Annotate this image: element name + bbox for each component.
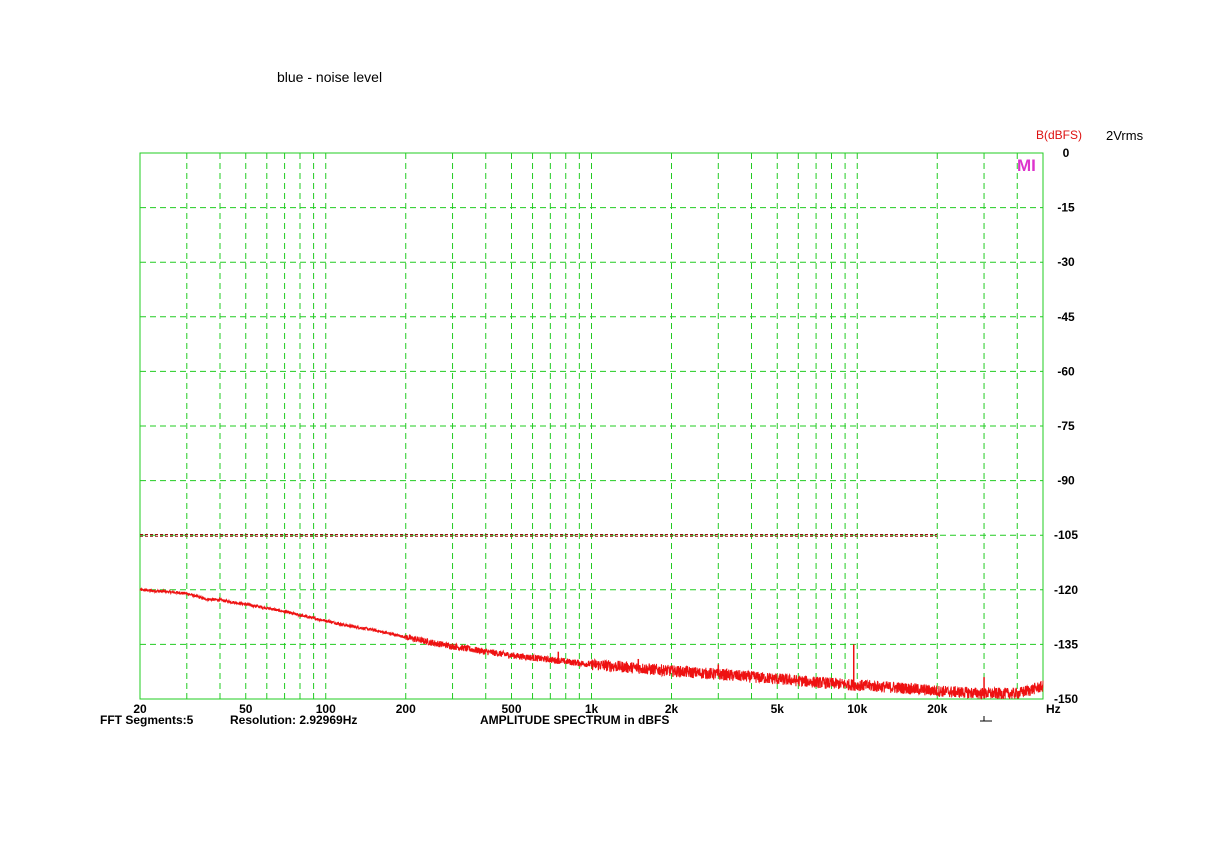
x-tick-label: 200 (396, 702, 416, 716)
x-axis-unit: Hz (1046, 702, 1061, 716)
y-tick-label: -75 (1057, 419, 1075, 433)
y-tick-label: -90 (1057, 474, 1075, 488)
level-note: 2Vrms (1106, 128, 1144, 143)
footer-resolution: Resolution: 2.92969Hz (230, 713, 357, 727)
y-tick-label: 0 (1063, 146, 1070, 160)
footer-segments: FFT Segments:5 (100, 713, 194, 727)
y-tick-label: -120 (1054, 583, 1078, 597)
ap-logo-icon (980, 716, 992, 722)
x-tick-label: 10k (847, 702, 867, 716)
grid (139, 152, 1044, 700)
x-tick-label: 20k (927, 702, 947, 716)
spectrum-chart-svg: blue - noise level B(dBFS) 2Vrms 0 -15 -30… (100, 69, 1144, 727)
chart-title: blue - noise level (277, 69, 382, 85)
y-tick-label: -135 (1054, 637, 1078, 651)
y-tick-label: -60 (1057, 364, 1075, 378)
reference-lines (140, 533, 938, 537)
spectrum-chart: blue - noise level B(dBFS) 2Vrms 0 -15 -30… (0, 0, 1208, 854)
y-tick-label: -45 (1057, 310, 1075, 324)
x-tick-label: 5k (771, 702, 785, 716)
footer-description: AMPLITUDE SPECTRUM in dBFS (480, 713, 669, 727)
y-tick-label: -105 (1054, 528, 1078, 542)
y-tick-label: -30 (1057, 255, 1075, 269)
marker-label: MI (1017, 156, 1036, 175)
y-tick-label: -15 (1057, 201, 1075, 215)
y-tick-labels: 0-15-30-45-60-75-90-105-120-135-150 (1054, 146, 1078, 706)
y-axis-label: B(dBFS) (1036, 128, 1082, 142)
